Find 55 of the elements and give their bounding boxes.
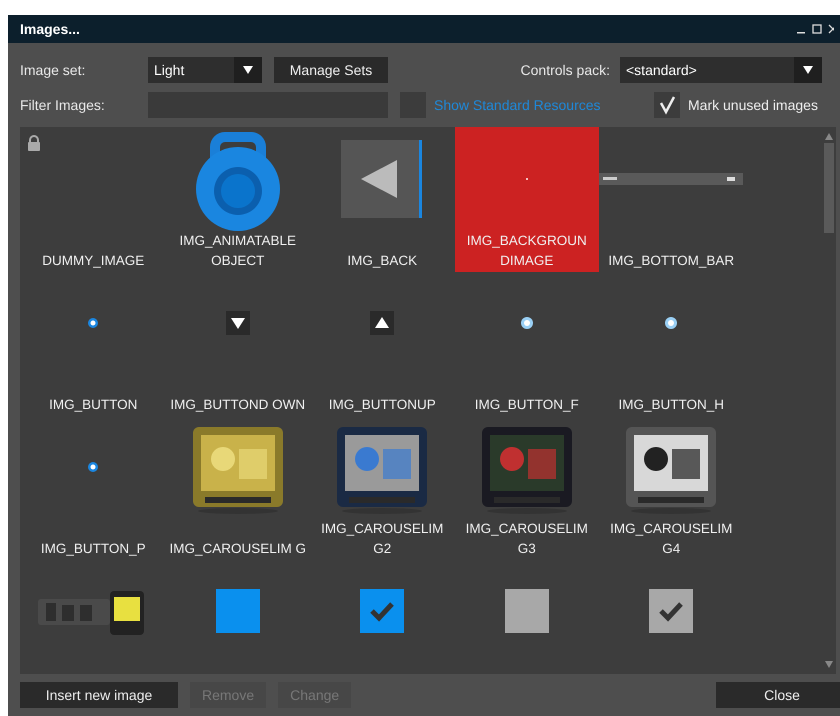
image-tile[interactable]: DUMMY_IMAGE bbox=[21, 127, 166, 271]
image-name: IMG_ANIMATABLE OBJECT bbox=[178, 232, 298, 270]
image-tile[interactable]: IMG_CAROUSELIM G2 bbox=[310, 415, 454, 559]
image-name: IMG_CAROUSELIM G4 bbox=[609, 520, 734, 558]
image-tile[interactable]: IMG_ANIMATABLE OBJECT bbox=[166, 127, 310, 271]
image-tile[interactable]: IMG_BACK bbox=[310, 127, 454, 271]
close-button[interactable]: Close bbox=[716, 682, 840, 708]
image-name: IMG_CAROUSELIM G2 bbox=[320, 520, 444, 558]
image-tile[interactable]: IMG_BUTTON bbox=[21, 271, 166, 415]
maximize-icon[interactable] bbox=[812, 24, 822, 34]
action-button[interactable]: Insert new image bbox=[20, 682, 178, 708]
dropdown-arrow-icon bbox=[803, 66, 813, 74]
image-set-dropdown[interactable]: Light bbox=[148, 57, 262, 83]
controls-pack-dropdown[interactable]: <standard> bbox=[620, 57, 822, 83]
image-tile[interactable]: IMG_BOTTOM_BAR bbox=[599, 127, 744, 271]
image-name: IMG_BUTTOND OWN bbox=[169, 396, 306, 414]
image-name: DUMMY_IMAGE bbox=[41, 252, 146, 270]
toolbar-preview-icon bbox=[599, 173, 744, 185]
dot-icon bbox=[665, 317, 678, 329]
image-tile[interactable]: IMG_CAROUSELIM G4 bbox=[599, 415, 744, 559]
image-name: IMG_BOTTOM_BAR bbox=[607, 252, 736, 270]
image-tile[interactable]: IMG_CAROUSELIM G bbox=[166, 415, 310, 559]
dot-icon bbox=[88, 462, 98, 472]
dot-icon bbox=[88, 318, 98, 328]
image-tile[interactable]: IMG_BUTTOND OWN bbox=[166, 271, 310, 415]
image-name: IMG_BUTTON_P bbox=[40, 540, 147, 558]
image-name: IMG_BUTTON bbox=[48, 396, 138, 414]
lock-icon bbox=[27, 135, 41, 151]
image-tile[interactable]: IMG_BUTTONUP bbox=[310, 271, 454, 415]
scroll-up-icon[interactable] bbox=[825, 133, 833, 140]
image-set-label: Image set: bbox=[20, 62, 86, 78]
image-name: IMG_BACK bbox=[346, 252, 418, 270]
dropdown-arrow-icon bbox=[243, 66, 253, 74]
dot-icon bbox=[520, 317, 533, 329]
back-arrow-icon bbox=[341, 140, 424, 218]
manage-sets-button[interactable]: Manage Sets bbox=[274, 57, 388, 83]
image-tile[interactable]: IMG_BACKGROUN DIMAGE bbox=[454, 127, 599, 272]
image-name: IMG_BUTTON_H bbox=[617, 396, 725, 414]
mark-unused-label: Mark unused images bbox=[688, 97, 818, 113]
image-name: IMG_BACKGROUN DIMAGE bbox=[466, 232, 588, 270]
filter-label: Filter Images: bbox=[20, 97, 106, 113]
window-title: Images... bbox=[20, 21, 80, 37]
image-tile[interactable]: IMG_BUTTON_F bbox=[454, 271, 599, 415]
scrollbar-thumb[interactable] bbox=[824, 143, 834, 233]
image-tile[interactable]: IMG_CAROUSELIM G3 bbox=[454, 415, 599, 559]
controls-pack-label: Controls pack: bbox=[520, 62, 611, 78]
image-name: IMG_BUTTON_F bbox=[474, 396, 580, 414]
close-icon[interactable] bbox=[828, 24, 834, 34]
image-tile[interactable]: IMG_BUTTON_P bbox=[21, 415, 166, 559]
image-name: IMG_CAROUSELIM G3 bbox=[464, 520, 589, 558]
image-name: IMG_CAROUSELIM G bbox=[168, 540, 308, 558]
image-tile[interactable]: IMG_BUTTON_H bbox=[599, 271, 744, 415]
image-name: IMG_BUTTONUP bbox=[328, 396, 437, 414]
scroll-down-icon[interactable] bbox=[825, 661, 833, 668]
checkbox[interactable] bbox=[654, 92, 680, 118]
